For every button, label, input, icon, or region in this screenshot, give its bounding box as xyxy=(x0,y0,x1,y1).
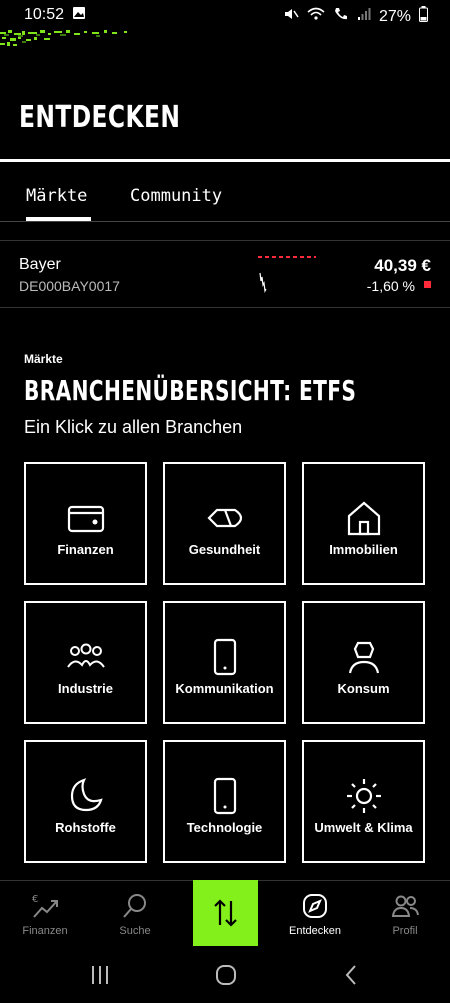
moon-icon xyxy=(70,778,103,812)
image-icon xyxy=(72,6,86,25)
signal-icon xyxy=(357,7,371,26)
tile-konsum[interactable]: Konsum xyxy=(302,601,425,724)
status-time: 10:52 xyxy=(24,6,65,23)
tab-maerkte[interactable]: Märkte xyxy=(26,186,87,206)
swap-arrows-icon xyxy=(214,899,237,927)
tile-industrie[interactable]: Industrie xyxy=(24,601,147,724)
pill-icon xyxy=(206,508,242,528)
tile-label: Technologie xyxy=(186,820,263,835)
tile-finanzen[interactable]: Finanzen xyxy=(24,462,147,585)
phone-icon xyxy=(213,777,236,815)
person-icon xyxy=(348,641,379,674)
svg-text:€: € xyxy=(32,894,38,905)
tile-label: Kommunikation xyxy=(175,681,274,696)
tile-label: Konsum xyxy=(337,681,390,696)
tile-label: Umwelt & Klima xyxy=(314,820,413,835)
stock-change: -1,60 % xyxy=(366,278,415,294)
stock-name: Bayer xyxy=(19,256,61,273)
sun-icon xyxy=(346,779,381,813)
wifi-icon xyxy=(307,7,325,26)
recents-button[interactable] xyxy=(90,964,110,986)
tab-community[interactable]: Community xyxy=(130,186,222,206)
tile-label: Gesundheit xyxy=(188,542,261,557)
wallet-icon xyxy=(67,505,104,533)
glitch-decoration xyxy=(0,30,127,46)
section-subtitle: Ein Klick zu allen Branchen xyxy=(24,417,243,437)
tile-umwelt-klima[interactable]: Umwelt & Klima xyxy=(302,740,425,863)
home-button[interactable] xyxy=(215,964,237,986)
phone-icon xyxy=(213,638,236,676)
tile-technologie[interactable]: Technologie xyxy=(163,740,286,863)
nav-suche[interactable]: Suche xyxy=(90,881,180,949)
tile-kommunikation[interactable]: Kommunikation xyxy=(163,601,286,724)
tile-label: Rohstoffe xyxy=(55,820,116,835)
tile-label: Finanzen xyxy=(57,542,114,557)
section-eyebrow: Märkte xyxy=(24,352,63,366)
stock-price: 40,39 € xyxy=(374,256,431,275)
mute-icon xyxy=(283,6,299,27)
nav-finanzen[interactable]: € Finanzen xyxy=(0,881,90,949)
status-bar: 10:52 27% xyxy=(0,0,450,30)
tile-label: Immobilien xyxy=(329,542,398,557)
tile-rohstoffe[interactable]: Rohstoffe xyxy=(24,740,147,863)
section-title: BRANCHENÜBERSICHT: ETFS xyxy=(24,374,357,407)
battery-icon xyxy=(419,6,428,27)
search-icon xyxy=(123,894,146,918)
stock-isin: DE000BAY0017 xyxy=(19,278,120,294)
chart-euro-icon: € xyxy=(32,894,58,918)
compass-icon xyxy=(303,894,327,918)
nav-entdecken[interactable]: Entdecken xyxy=(270,881,360,949)
tab-divider xyxy=(0,221,450,222)
negative-indicator xyxy=(424,281,431,288)
people-icon xyxy=(66,643,105,668)
call-icon xyxy=(333,6,349,27)
tile-label: Industrie xyxy=(58,681,113,696)
nav-profil[interactable]: Profil xyxy=(360,881,450,949)
profile-icon xyxy=(391,895,419,917)
tile-gesundheit[interactable]: Gesundheit xyxy=(163,462,286,585)
header-divider xyxy=(0,159,450,162)
nav-label: Suche xyxy=(119,925,151,937)
nav-label: Profil xyxy=(392,925,418,937)
nav-label: Finanzen xyxy=(22,925,68,937)
tile-immobilien[interactable]: Immobilien xyxy=(302,462,425,585)
page-title: ENTDECKEN xyxy=(19,100,181,135)
battery-level: 27% xyxy=(378,7,411,25)
house-icon xyxy=(347,501,380,536)
nav-label: Entdecken xyxy=(289,925,341,937)
system-navigation xyxy=(0,950,450,1003)
stock-ticker[interactable]: Bayer DE000BAY0017 40,39 € -1,60 % xyxy=(0,240,450,308)
tab-bar: Märkte Community xyxy=(0,180,450,222)
sparkline xyxy=(258,256,316,294)
trade-button[interactable] xyxy=(193,880,258,946)
back-button[interactable] xyxy=(343,964,359,986)
